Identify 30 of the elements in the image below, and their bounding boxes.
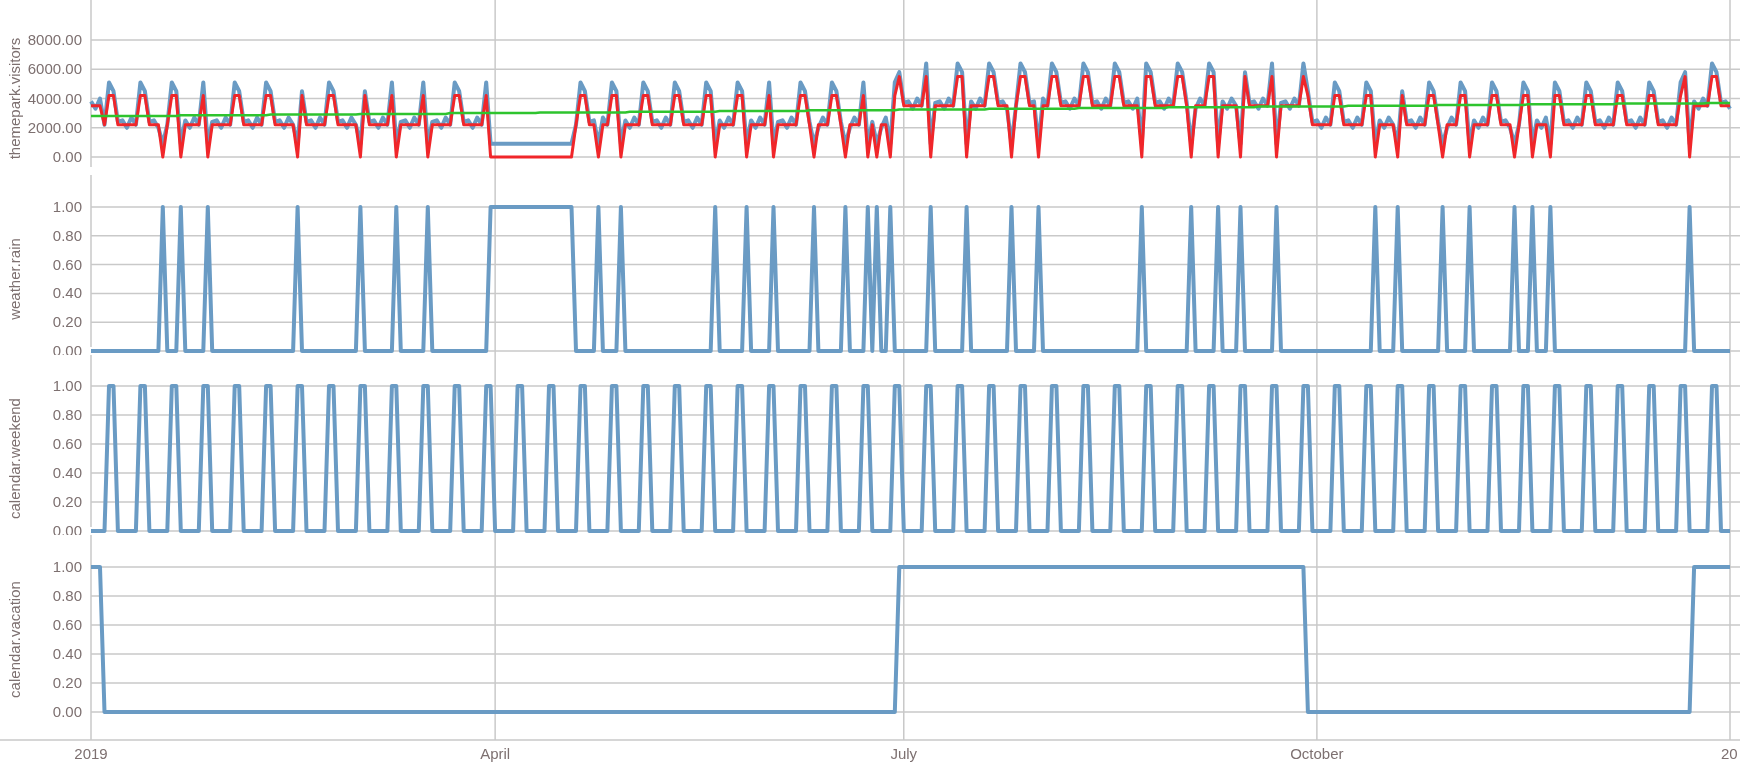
axis-tick-label: October [1290, 745, 1344, 762]
axis-tick-label: 0.80 [52, 406, 82, 423]
axis-tick-label: 0.40 [52, 645, 82, 662]
axis-tick-label: 1.00 [52, 198, 82, 215]
axis-tick-label: 0.80 [52, 226, 82, 244]
axis-title: weather.rain [6, 238, 23, 320]
axis-tick-label: 0.00 [52, 703, 82, 720]
axis-tick-label: 0.80 [52, 587, 82, 604]
axis-tick-label: 0.40 [52, 284, 82, 302]
axis-tick-label: April [480, 745, 511, 762]
axis-tick-label: 8000.00 [27, 31, 82, 48]
axis-tick-label: 4000.00 [27, 89, 82, 107]
axis-tick-label: 0.60 [52, 435, 82, 452]
axis-tick-label: 0.20 [52, 493, 82, 510]
axis-title: calendar.weekend [6, 398, 23, 519]
axis-tick-label: 0.60 [52, 255, 82, 273]
axis-title: themepark.visitors [6, 37, 23, 160]
axis-tick-label: 1.00 [52, 377, 82, 394]
axis-tick-label: 2019 [74, 745, 108, 762]
axis-tick-label: 6000.00 [27, 60, 82, 78]
axis-tick-label: 2000.00 [27, 118, 82, 136]
axis-tick-label: 0.40 [52, 464, 82, 481]
axis-tick-label: 0.20 [52, 313, 82, 331]
axis-tick-label: 0.20 [52, 674, 82, 691]
axis-tick-label: 0.60 [52, 616, 82, 633]
axis-tick-label: 1.00 [52, 558, 82, 575]
axis-tick-label: 20 [1721, 745, 1738, 762]
axis-title: calendar.vacation [6, 581, 23, 698]
axis-tick-label: 0.00 [52, 148, 82, 165]
axis-tick-label: July [890, 745, 918, 762]
